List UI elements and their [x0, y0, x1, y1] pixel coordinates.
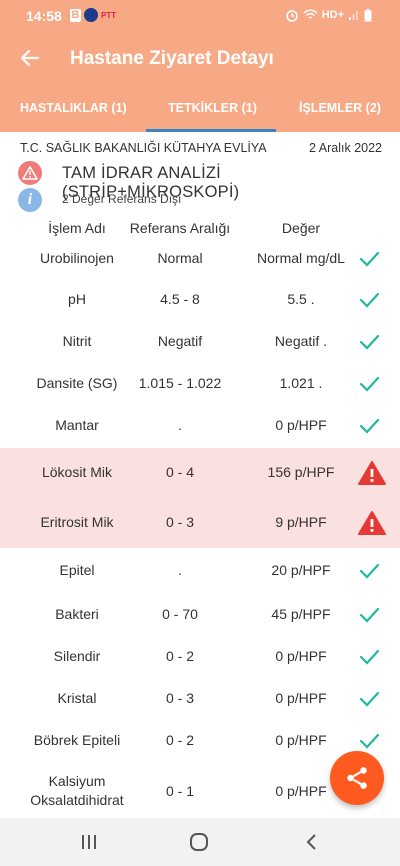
hospital-name: T.C. SAĞLIK BAKANLIĞI KÜTAHYA EVLİYA [20, 141, 267, 155]
row-value: 156 p/HPF [267, 464, 335, 480]
alarm-icon [285, 10, 298, 22]
table-row: Urobilinojen Normal Normal mg/dL [0, 240, 400, 278]
table-row: Lökosit Mik 0 - 4 156 p/HPF [0, 448, 400, 498]
check-icon [358, 249, 380, 272]
status-time: 14:58 [26, 8, 62, 24]
info-icon: i [18, 188, 42, 212]
row-value: 0 p/HPF [275, 648, 327, 664]
row-value: 0 p/HPF [275, 690, 327, 706]
row-reference: 4.5 - 8 [160, 291, 200, 307]
visit-header: T.C. SAĞLIK BAKANLIĞI KÜTAHYA EVLİYA 2 A… [20, 141, 382, 155]
row-reference: Normal [157, 250, 203, 266]
row-reference: 0 - 70 [162, 606, 198, 622]
check-icon [358, 290, 380, 313]
system-icons: HD+ [285, 8, 372, 22]
network-label: HD+ [321, 9, 344, 21]
b-app-icon: B [70, 8, 81, 22]
row-reference: . [178, 562, 182, 578]
row-reference: 0 - 3 [165, 690, 194, 706]
check-icon [358, 332, 380, 355]
table-row: Dansite (SG) 1.015 - 1.022 1.021 . [0, 364, 400, 404]
table-row: Nitrit Negatif Negatif . [0, 322, 400, 362]
col-header-reference: Referans Aralığı [129, 220, 231, 236]
ptt-icon: PTT [101, 10, 117, 20]
battery-icon [364, 8, 372, 21]
tab-islemler[interactable]: İŞLEMLER (2) [299, 101, 381, 115]
blue-app-icon [84, 8, 98, 22]
col-header-value: Değer [281, 220, 321, 236]
row-reference: 1.015 - 1.022 [138, 375, 222, 391]
row-value: 5.5 . [287, 291, 315, 307]
wifi-icon [303, 9, 318, 19]
notification-icons: B PTT [70, 8, 116, 22]
recent-apps-icon[interactable] [80, 833, 98, 851]
system-nav-bar [0, 818, 400, 866]
row-reference: 0 - 2 [165, 732, 194, 748]
signal-icon [349, 11, 358, 20]
tab-hastaliklar[interactable]: HASTALIKLAR (1) [20, 101, 127, 115]
table-row: Mantar. 0 p/HPF [0, 406, 400, 446]
table-row: Kristal 0 - 30 p/HPF [0, 678, 400, 720]
check-icon [358, 689, 380, 712]
alert-icon [358, 460, 386, 489]
check-icon [358, 605, 380, 628]
share-icon [347, 767, 367, 789]
row-value: Negatif . [274, 333, 328, 349]
app-bar: Hastane Ziyaret Detayı [0, 30, 400, 90]
tab-bar: HASTALIKLAR (1) TETKİKLER (1) İŞLEMLER (… [0, 90, 400, 132]
status-bar: 14:58 B PTT HD+ [0, 0, 400, 30]
home-icon[interactable] [189, 832, 209, 852]
table-row: Eritrosit Mik 0 - 39 p/HPF [0, 498, 400, 548]
out-of-range-note: 2 Değer Referans Dışı [62, 192, 182, 206]
warning-badge-icon [18, 161, 42, 185]
row-value: 9 p/HPF [275, 514, 327, 530]
row-value: 0 p/HPF [275, 417, 327, 433]
row-reference: 0 - 2 [165, 648, 194, 664]
row-value: 1.021 . [279, 375, 323, 391]
table-row: Silendir 0 - 20 p/HPF [0, 636, 400, 678]
row-reference: . [178, 417, 182, 433]
row-value: Normal mg/dL [257, 250, 345, 266]
back-arrow-icon[interactable] [18, 46, 42, 70]
visit-date: 2 Aralık 2022 [309, 141, 382, 155]
alert-icon [358, 510, 386, 539]
check-icon [358, 647, 380, 670]
row-reference: 0 - 4 [165, 464, 194, 480]
back-nav-icon[interactable] [303, 832, 321, 852]
row-value: 0 p/HPF [275, 732, 327, 748]
check-icon [358, 374, 380, 397]
row-reference: 0 - 1 [165, 783, 194, 799]
row-reference: 0 - 3 [165, 514, 194, 530]
check-icon [358, 561, 380, 584]
tab-indicator [146, 129, 276, 132]
share-button[interactable] [330, 751, 384, 805]
row-value: 45 p/HPF [271, 606, 331, 622]
row-reference: Negatif [157, 333, 203, 349]
table-row: pH 4.5 - 8 5.5 . [0, 280, 400, 320]
tab-tetkikler[interactable]: TETKİKLER (1) [168, 101, 257, 115]
row-value: 20 p/HPF [271, 562, 331, 578]
page-title: Hastane Ziyaret Detayı [70, 48, 274, 69]
table-row: Epitel. 20 p/HPF [0, 550, 400, 592]
table-row: Bakteri 0 - 70 45 p/HPF [0, 594, 400, 636]
check-icon [358, 416, 380, 439]
